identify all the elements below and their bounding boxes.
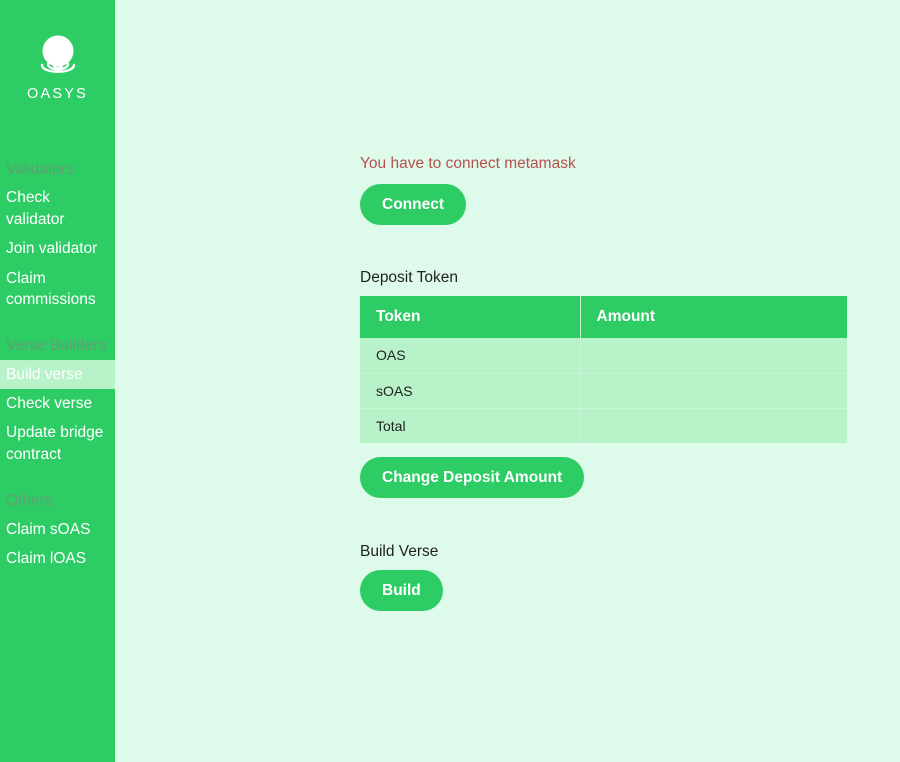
content-column: You have to connect metamask Connect Dep… — [360, 155, 852, 611]
main-content: You have to connect metamask Connect Dep… — [115, 0, 900, 762]
sidebar: OASYS Validators Check validator Join va… — [0, 0, 115, 762]
build-verse-section: Build Verse Build — [360, 543, 852, 611]
sidebar-section-header-others: Others — [6, 492, 53, 510]
sidebar-item-build-verse[interactable]: Build verse — [0, 359, 115, 389]
connect-button[interactable]: Connect — [360, 184, 466, 225]
cell-amount-oas — [580, 338, 847, 374]
cell-amount-soas — [580, 373, 847, 409]
sidebar-divider-1 — [0, 316, 115, 332]
sidebar-divider-2 — [0, 471, 115, 487]
sidebar-section-validators: Validators Check validator Join validato… — [0, 156, 115, 314]
cell-token-total: Total — [360, 408, 581, 443]
cell-token-soas: sOAS — [360, 373, 581, 409]
cell-amount-total — [580, 408, 847, 443]
change-deposit-row: Change Deposit Amount — [360, 457, 852, 498]
sidebar-section-header-validators: Validators — [6, 161, 74, 178]
sidebar-item-claim-commissions[interactable]: Claim commissions — [0, 264, 115, 315]
deposit-table-header-row: Token Amount — [360, 296, 847, 338]
sidebar-item-check-validator[interactable]: Check validator — [0, 183, 115, 234]
table-row: OAS — [360, 338, 847, 374]
oasys-logo-icon — [30, 30, 86, 82]
wallet-connect-section: You have to connect metamask Connect — [360, 155, 852, 225]
sidebar-section-verse-builders: Verse Builders Build verse Check verse U… — [0, 332, 115, 469]
brand-logo: OASYS — [0, 30, 115, 102]
build-button[interactable]: Build — [360, 570, 443, 611]
wallet-warning-message: You have to connect metamask — [360, 155, 576, 172]
brand-name: OASYS — [27, 86, 88, 102]
deposit-token-section: Deposit Token Token Amount OAS sOAS Tota… — [360, 269, 852, 498]
sidebar-section-others: Others Claim sOAS Claim lOAS — [0, 487, 115, 573]
sidebar-item-join-validator[interactable]: Join validator — [0, 234, 115, 263]
table-row: Total — [360, 408, 847, 443]
column-header-token: Token — [360, 296, 581, 338]
sidebar-item-update-bridge-contract[interactable]: Update bridge contract — [0, 418, 115, 469]
build-verse-title: Build Verse — [360, 543, 439, 560]
deposit-table-body: OAS sOAS Total — [360, 338, 847, 443]
deposit-token-title: Deposit Token — [360, 269, 458, 286]
change-deposit-amount-button[interactable]: Change Deposit Amount — [360, 457, 585, 498]
sidebar-item-check-verse[interactable]: Check verse — [0, 389, 115, 418]
sidebar-item-claim-soas[interactable]: Claim sOAS — [0, 515, 115, 544]
table-row: sOAS — [360, 373, 847, 409]
sidebar-item-claim-loas[interactable]: Claim lOAS — [0, 544, 115, 573]
sidebar-section-header-verse-builders: Verse Builders — [6, 337, 106, 355]
deposit-table-head: Token Amount — [360, 296, 847, 338]
column-header-amount: Amount — [580, 296, 847, 338]
cell-token-oas: OAS — [360, 338, 581, 374]
deposit-token-table: Token Amount OAS sOAS Total — [360, 296, 847, 443]
